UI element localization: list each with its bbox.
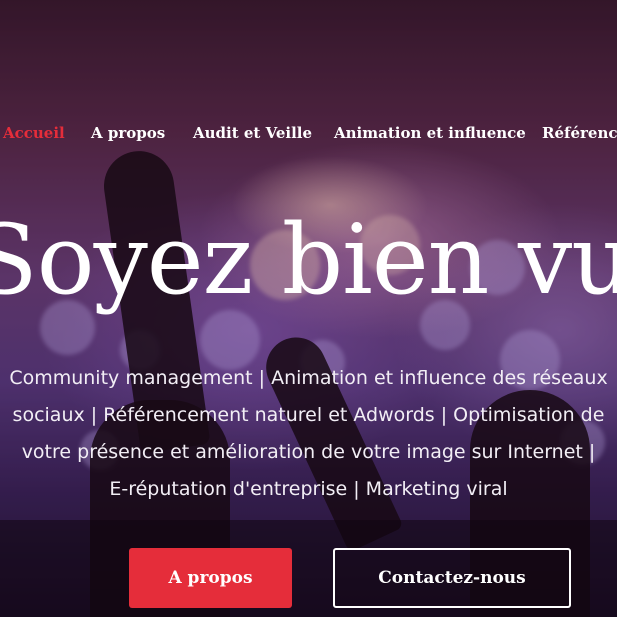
- nav-item-reference[interactable]: Référence: [542, 124, 617, 142]
- hero-subtitle: Community management | Animation et infl…: [0, 360, 617, 508]
- nav-item-animation-et-influence[interactable]: Animation et influence: [334, 124, 526, 142]
- a-propos-button-label: A propos: [168, 568, 253, 588]
- nav-item-audit-et-veille[interactable]: Audit et Veille: [193, 124, 312, 142]
- a-propos-button[interactable]: A propos: [129, 548, 292, 608]
- contactez-nous-button-label: Contactez-nous: [378, 568, 526, 588]
- subtitle-line: sociaux | Référencement naturel et Adwor…: [12, 404, 605, 426]
- main-nav: Accueil A propos Audit et Veille Animati…: [0, 124, 617, 148]
- nav-item-a-propos[interactable]: A propos: [91, 124, 165, 142]
- hero-title: Soyez bien vu: [0, 204, 617, 316]
- contactez-nous-button[interactable]: Contactez-nous: [333, 548, 571, 608]
- subtitle-line: E-réputation d'entreprise | Marketing vi…: [109, 478, 508, 500]
- subtitle-line: votre présence et amélioration de votre …: [21, 441, 596, 463]
- nav-item-accueil[interactable]: Accueil: [3, 124, 65, 142]
- subtitle-line: Community management | Animation et infl…: [9, 367, 608, 389]
